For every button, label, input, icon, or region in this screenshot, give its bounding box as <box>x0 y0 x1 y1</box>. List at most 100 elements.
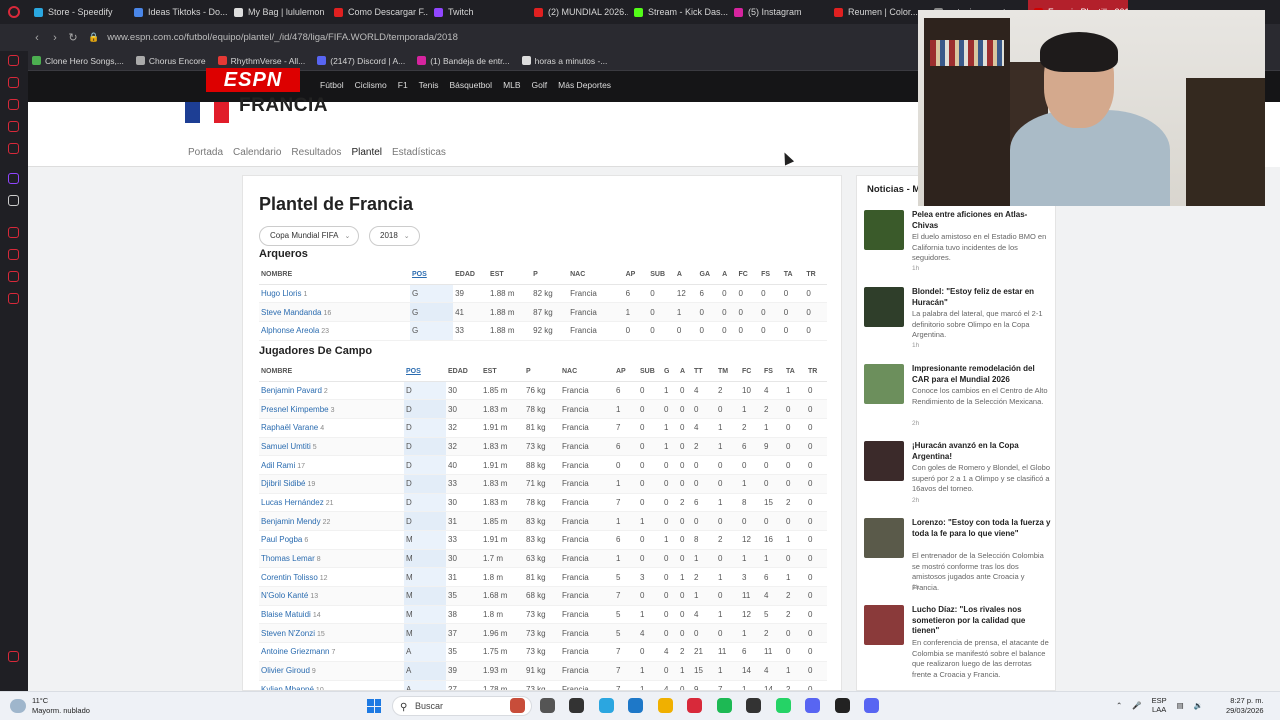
player-name-link[interactable]: Samuel Umtiti 5 <box>259 437 404 457</box>
clock[interactable]: 8:27 p. m. 29/03/2026 <box>1226 696 1264 716</box>
column-header[interactable]: POS <box>409 266 454 285</box>
taskbar-app-icon[interactable] <box>510 698 525 713</box>
taskbar-app-icon[interactable] <box>687 698 702 713</box>
bookmark-item[interactable]: Clone Hero Songs,... <box>32 56 124 66</box>
browser-tab[interactable]: Como Descargar F... <box>328 0 428 24</box>
settings-icon[interactable] <box>8 293 19 304</box>
news-thumbnail[interactable] <box>864 364 904 404</box>
pinboard-icon[interactable] <box>8 121 19 132</box>
url-field[interactable]: www.espn.com.co/futbol/equipo/plantel/_/… <box>107 32 458 43</box>
news-headline[interactable]: Lorenzo: "Estoy con toda la fuerza y tod… <box>912 518 1052 539</box>
taskbar-app-icon[interactable] <box>657 698 673 713</box>
team-nav-item[interactable]: Estadísticas <box>392 147 446 158</box>
player-name-link[interactable]: Raphaël Varane 4 <box>259 418 404 438</box>
player-icon[interactable] <box>8 143 19 154</box>
heart-icon[interactable] <box>8 249 19 260</box>
player-name-link[interactable]: Thomas Lemar 8 <box>259 549 404 569</box>
player-name-link[interactable]: Alphonse Areola 23 <box>259 321 410 341</box>
x-icon[interactable] <box>8 195 19 206</box>
sport-nav-item[interactable]: Fútbol <box>320 80 344 90</box>
player-name-link[interactable]: Benjamin Pavard 2 <box>259 381 404 401</box>
bookmark-item[interactable]: horas a minutos -... <box>521 56 607 66</box>
news-thumbnail[interactable] <box>864 287 904 327</box>
forward-icon[interactable]: › <box>46 32 64 44</box>
player-name-link[interactable]: Steve Mandanda 16 <box>259 302 410 322</box>
volume-icon[interactable]: 🔉 <box>1194 701 1203 710</box>
player-name-link[interactable]: Olivier Giroud 9 <box>259 661 404 681</box>
sport-nav-item[interactable]: Tenis <box>419 80 439 90</box>
taskbar-app-icon[interactable] <box>716 698 732 713</box>
bookmark-item[interactable]: Chorus Encore <box>135 56 206 66</box>
bookmark-item[interactable]: (1) Bandeja de entr... <box>417 56 510 66</box>
sport-nav-item[interactable]: MLB <box>503 80 520 90</box>
browser-tab[interactable]: My Bag | lululemon <box>228 0 328 24</box>
player-name-link[interactable]: Paul Pogba 6 <box>259 530 404 550</box>
player-name-link[interactable]: Antoine Griezmann 7 <box>259 642 404 662</box>
news-headline[interactable]: ¡Huracán avanzó en la Copa Argentina! <box>912 441 1052 462</box>
news-headline[interactable]: Impresionante remodelación del CAR para … <box>912 364 1052 385</box>
taskbar-app-icon[interactable] <box>598 698 614 713</box>
team-nav-item[interactable]: Calendario <box>233 147 281 158</box>
browser-tab[interactable]: Ideas Tiktoks - Do... <box>128 0 228 24</box>
team-nav-item[interactable]: Plantel <box>351 147 382 158</box>
bookmark-item[interactable]: (2147) Discord | A... <box>317 56 405 66</box>
player-name-link[interactable]: Steven N'Zonzi 15 <box>259 623 404 644</box>
taskbar-app-icon[interactable] <box>746 698 761 713</box>
twitch-icon[interactable] <box>8 173 19 184</box>
wifi-icon[interactable]: ▤ <box>1177 701 1184 710</box>
sport-nav-item[interactable]: Básquetbol <box>450 80 493 90</box>
season-dropdown[interactable]: 2018 ⌄ <box>369 226 420 246</box>
more-icon[interactable] <box>8 651 19 662</box>
player-name-link[interactable]: Kylian Mbappé 10 <box>259 680 404 690</box>
browser-tab[interactable]: (5) Instagram <box>728 0 828 24</box>
windows-start-icon[interactable] <box>367 699 381 713</box>
language-indicator[interactable]: ESP LAA <box>1152 696 1167 714</box>
browser-tab[interactable]: (2) MUNDIAL 2026... <box>528 0 628 24</box>
taskbar-app-icon[interactable] <box>775 698 791 713</box>
player-name-link[interactable]: Benjamin Mendy 22 <box>259 511 404 531</box>
team-nav-item[interactable]: Portada <box>188 147 223 158</box>
player-name-link[interactable]: Adil Rami 17 <box>259 455 404 475</box>
player-name-link[interactable]: Corentin Tolisso 12 <box>259 567 404 588</box>
espn-logo[interactable]: ESPN <box>206 68 300 92</box>
opera-logo-icon[interactable] <box>0 0 28 24</box>
browser-tab[interactable]: Stream - Kick Das... <box>628 0 728 24</box>
clock-icon[interactable] <box>8 227 19 238</box>
taskbar-app-icon[interactable] <box>569 698 584 713</box>
browser-tab[interactable]: Store - Speedify <box>28 0 128 24</box>
chevron-up-icon[interactable]: ⌃ <box>1116 701 1122 710</box>
news-headline[interactable]: Blondel: "Estoy feliz de estar en Huracá… <box>912 287 1052 308</box>
back-icon[interactable]: ‹ <box>28 32 46 44</box>
player-name-link[interactable]: Hugo Lloris 1 <box>259 284 410 304</box>
sport-nav-item[interactable]: Golf <box>532 80 548 90</box>
player-name-link[interactable]: Lucas Hernández 21 <box>259 493 404 513</box>
news-headline[interactable]: Pelea entre aficiones en Atlas-Chivas <box>912 210 1052 231</box>
microphone-icon[interactable]: 🎤 <box>1132 701 1141 710</box>
taskbar-app-icon[interactable] <box>864 698 879 713</box>
player-name-link[interactable]: Djibril Sidibé 19 <box>259 474 404 494</box>
browser-tab[interactable]: Twitch <box>428 0 528 24</box>
news-thumbnail[interactable] <box>864 518 904 558</box>
league-dropdown[interactable]: Copa Mundial FIFA ⌄ <box>259 226 359 246</box>
history-icon[interactable] <box>8 77 19 88</box>
browser-tab[interactable]: Reumen | Color... <box>828 0 928 24</box>
news-thumbnail[interactable] <box>864 605 904 645</box>
team-nav-item[interactable]: Resultados <box>291 147 341 158</box>
player-name-link[interactable]: Presnel Kimpembe 3 <box>259 399 404 419</box>
sport-nav-item[interactable]: F1 <box>398 80 408 90</box>
taskbar-app-icon[interactable] <box>805 698 820 713</box>
taskbar-app-icon[interactable] <box>834 698 850 713</box>
wallet-icon[interactable] <box>8 99 19 110</box>
taskbar-app-icon[interactable] <box>539 698 555 713</box>
news-thumbnail[interactable] <box>864 441 904 481</box>
sport-nav-item[interactable]: Ciclismo <box>355 80 387 90</box>
send-icon[interactable] <box>8 271 19 282</box>
reload-icon[interactable]: ↻ <box>64 31 82 44</box>
taskbar-app-icon[interactable] <box>628 698 643 713</box>
news-thumbnail[interactable] <box>864 210 904 250</box>
messenger-icon[interactable] <box>8 55 19 66</box>
column-header[interactable]: POS <box>404 363 446 382</box>
player-name-link[interactable]: Blaise Matuidi 14 <box>259 605 404 625</box>
sport-nav-item[interactable]: Más Deportes <box>558 80 611 90</box>
player-name-link[interactable]: N'Golo Kanté 13 <box>259 586 404 606</box>
